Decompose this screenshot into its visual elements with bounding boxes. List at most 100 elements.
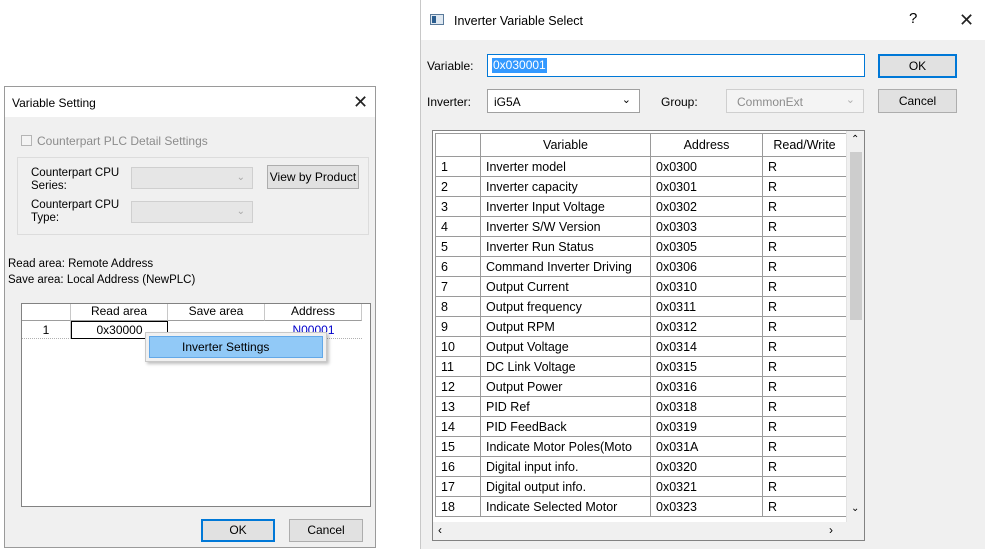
variable-cell[interactable]: Indicate Selected Motor (480, 496, 651, 517)
read-write-cell[interactable]: R (762, 196, 847, 217)
read-write-cell[interactable]: R (762, 496, 847, 517)
table-row[interactable]: 12 Output Power 0x0316 R (435, 376, 847, 397)
address-cell[interactable]: 0x0305 (650, 236, 763, 257)
address-cell[interactable]: 0x0319 (650, 416, 763, 437)
read-write-cell[interactable]: R (762, 296, 847, 317)
header-variable[interactable]: Variable (480, 133, 651, 157)
variable-cell[interactable]: Inverter Input Voltage (480, 196, 651, 217)
read-write-cell[interactable]: R (762, 416, 847, 437)
help-icon[interactable]: ? (909, 10, 917, 27)
variable-cell[interactable]: Digital input info. (480, 456, 651, 477)
address-cell[interactable]: 0x0318 (650, 396, 763, 417)
variable-cell[interactable]: Output Current (480, 276, 651, 297)
variable-cell[interactable]: Indicate Motor Poles(Moto (480, 436, 651, 457)
read-write-cell[interactable]: R (762, 476, 847, 497)
read-write-cell[interactable]: R (762, 456, 847, 477)
table-row[interactable]: 10 Output Voltage 0x0314 R (435, 336, 847, 357)
address-cell[interactable]: 0x0310 (650, 276, 763, 297)
read-write-cell[interactable]: R (762, 336, 847, 357)
scroll-down-icon[interactable]: ⌄ (851, 503, 859, 514)
address-cell[interactable]: 0x0301 (650, 176, 763, 197)
variable-cell[interactable]: DC Link Voltage (480, 356, 651, 377)
close-icon[interactable]: ✕ (353, 93, 368, 111)
vertical-scrollbar[interactable]: ⌃ ⌄ (846, 131, 864, 522)
read-write-cell[interactable]: R (762, 176, 847, 197)
variable-cell[interactable]: Inverter capacity (480, 176, 651, 197)
address-cell[interactable]: 0x0316 (650, 376, 763, 397)
read-write-cell[interactable]: R (762, 376, 847, 397)
table-row[interactable]: 3 Inverter Input Voltage 0x0302 R (435, 196, 847, 217)
grid-header-save-area[interactable]: Save area (168, 304, 265, 321)
cancel-button[interactable]: Cancel (289, 519, 363, 542)
grid-header-read-area[interactable]: Read area (71, 304, 168, 321)
address-cell[interactable]: 0x0315 (650, 356, 763, 377)
address-cell[interactable]: 0x031A (650, 436, 763, 457)
cancel-button[interactable]: Cancel (878, 89, 957, 113)
address-cell[interactable]: 0x0323 (650, 496, 763, 517)
read-write-cell[interactable]: R (762, 276, 847, 297)
read-write-cell[interactable]: R (762, 256, 847, 277)
address-cell[interactable]: 0x0311 (650, 296, 763, 317)
variable-cell[interactable]: PID Ref (480, 396, 651, 417)
variable-cell[interactable]: Output Voltage (480, 336, 651, 357)
table-row[interactable]: 16 Digital input info. 0x0320 R (435, 456, 847, 477)
header-read-write[interactable]: Read/Write (762, 133, 847, 157)
read-write-cell[interactable]: R (762, 216, 847, 237)
read-write-cell[interactable]: R (762, 316, 847, 337)
variable-cell[interactable]: Output Power (480, 376, 651, 397)
group-combo[interactable]: CommonExt ⌄ (726, 89, 864, 113)
table-row[interactable]: 14 PID FeedBack 0x0319 R (435, 416, 847, 437)
variable-input[interactable]: 0x030001 (487, 54, 865, 77)
address-cell[interactable]: 0x0302 (650, 196, 763, 217)
table-row[interactable]: 1 Inverter model 0x0300 R (435, 156, 847, 177)
address-cell[interactable]: 0x0300 (650, 156, 763, 177)
table-row[interactable]: 6 Command Inverter Driving 0x0306 R (435, 256, 847, 277)
scroll-right-icon[interactable]: › (829, 523, 833, 537)
address-cell[interactable]: 0x0321 (650, 476, 763, 497)
horizontal-scrollbar[interactable]: ‹ › (433, 522, 864, 540)
read-write-cell[interactable]: R (762, 356, 847, 377)
close-icon[interactable]: ✕ (959, 11, 974, 29)
table-row[interactable]: 2 Inverter capacity 0x0301 R (435, 176, 847, 197)
variable-cell[interactable]: Output RPM (480, 316, 651, 337)
grid-header-address[interactable]: Address (265, 304, 362, 321)
variable-cell[interactable]: Inverter model (480, 156, 651, 177)
view-by-product-button[interactable]: View by Product (267, 165, 359, 189)
variable-cell[interactable]: Command Inverter Driving (480, 256, 651, 277)
cpu-series-combo[interactable]: ⌄ (131, 167, 253, 189)
table-row[interactable]: 8 Output frequency 0x0311 R (435, 296, 847, 317)
table-row[interactable]: 13 PID Ref 0x0318 R (435, 396, 847, 417)
read-write-cell[interactable]: R (762, 156, 847, 177)
scroll-up-icon[interactable]: ⌃ (851, 134, 859, 145)
table-row[interactable]: 4 Inverter S/W Version 0x0303 R (435, 216, 847, 237)
address-cell[interactable]: 0x0306 (650, 256, 763, 277)
read-write-cell[interactable]: R (762, 436, 847, 457)
detail-settings-checkbox[interactable] (21, 135, 32, 146)
address-cell[interactable]: 0x0320 (650, 456, 763, 477)
table-row[interactable]: 9 Output RPM 0x0312 R (435, 316, 847, 337)
variable-cell[interactable]: Inverter S/W Version (480, 216, 651, 237)
scroll-left-icon[interactable]: ‹ (438, 523, 442, 537)
ok-button[interactable]: OK (201, 519, 275, 542)
table-row[interactable]: 17 Digital output info. 0x0321 R (435, 476, 847, 497)
scroll-thumb[interactable] (850, 152, 862, 320)
inverter-combo[interactable]: iG5A ⌄ (487, 89, 640, 113)
variable-cell[interactable]: Output frequency (480, 296, 651, 317)
address-cell[interactable]: 0x0303 (650, 216, 763, 237)
header-address[interactable]: Address (650, 133, 763, 157)
table-row[interactable]: 18 Indicate Selected Motor 0x0323 R (435, 496, 847, 517)
cpu-type-combo[interactable]: ⌄ (131, 201, 253, 223)
address-cell[interactable]: 0x0314 (650, 336, 763, 357)
table-row[interactable]: 5 Inverter Run Status 0x0305 R (435, 236, 847, 257)
address-cell[interactable]: 0x0312 (650, 316, 763, 337)
variable-cell[interactable]: Inverter Run Status (480, 236, 651, 257)
ok-button[interactable]: OK (878, 54, 957, 78)
table-row[interactable]: 7 Output Current 0x0310 R (435, 276, 847, 297)
read-write-cell[interactable]: R (762, 396, 847, 417)
menu-item-inverter-settings[interactable]: Inverter Settings (149, 336, 323, 358)
read-write-cell[interactable]: R (762, 236, 847, 257)
table-row[interactable]: 11 DC Link Voltage 0x0315 R (435, 356, 847, 377)
variable-cell[interactable]: PID FeedBack (480, 416, 651, 437)
variable-cell[interactable]: Digital output info. (480, 476, 651, 497)
table-row[interactable]: 15 Indicate Motor Poles(Moto 0x031A R (435, 436, 847, 457)
